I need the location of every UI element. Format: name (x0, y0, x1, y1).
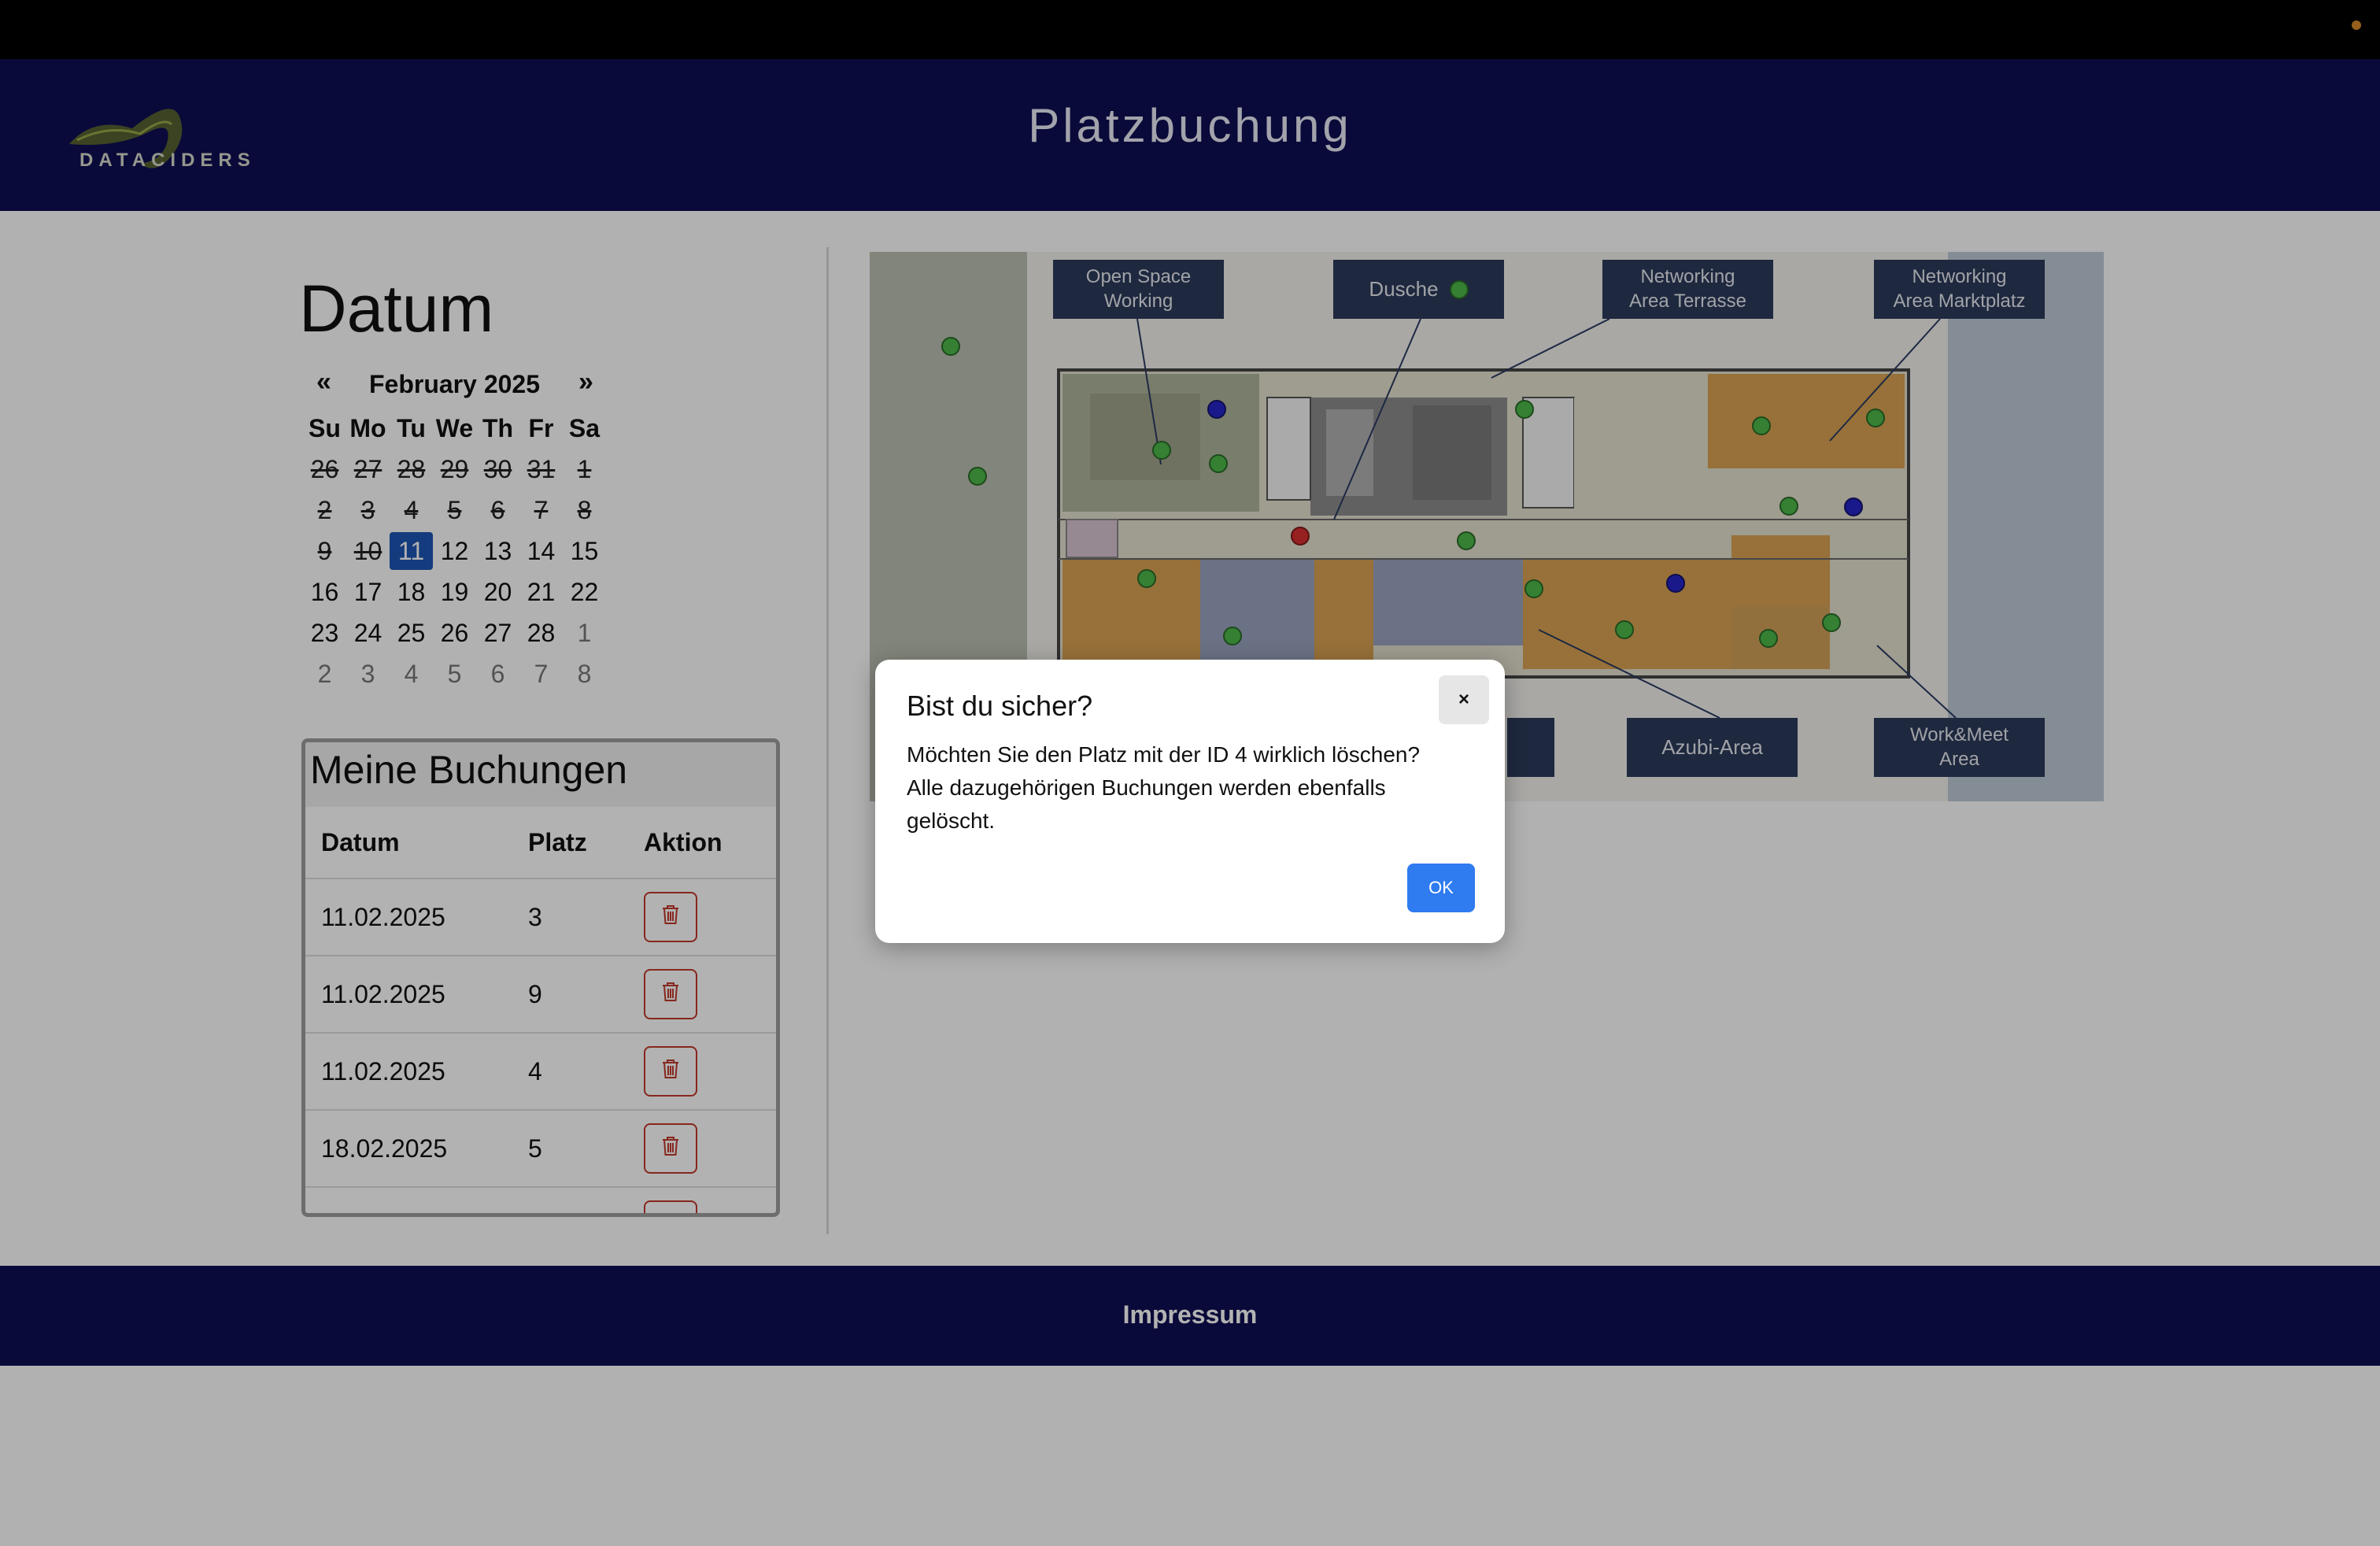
dialog-close-button[interactable]: × (1439, 675, 1489, 724)
dialog-message-line2: Alle dazugehörigen Buchungen werden eben… (907, 775, 1386, 800)
dialog-message: Möchten Sie den Platz mit der ID 4 wirkl… (907, 738, 1465, 838)
dialog-title: Bist du sicher? (907, 690, 1093, 722)
dialog-message-line3: gelöscht. (907, 808, 996, 833)
dialog-message-line1: Möchten Sie den Platz mit der ID 4 wirkl… (907, 742, 1421, 767)
ok-button[interactable]: OK (1407, 864, 1475, 912)
confirm-delete-dialog: Bist du sicher? × Möchten Sie den Platz … (875, 660, 1505, 943)
